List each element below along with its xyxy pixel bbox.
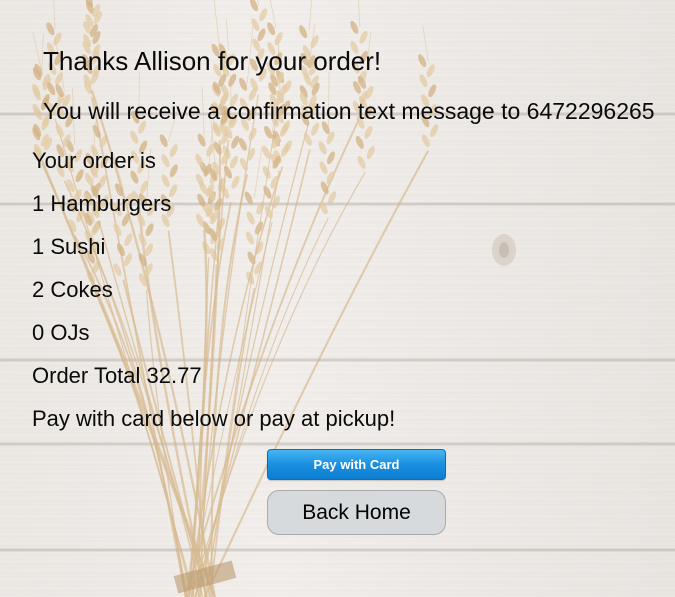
- back-home-button[interactable]: Back Home: [267, 490, 446, 535]
- thank-you-heading: Thanks Allison for your order!: [43, 46, 382, 76]
- order-total: Order Total 32.77: [32, 363, 202, 388]
- order-confirmation-page: Thanks Allison for your order! You will …: [0, 0, 675, 597]
- order-item-hamburgers: 1 Hamburgers: [32, 191, 172, 216]
- payment-note: Pay with card below or pay at pickup!: [32, 406, 396, 431]
- order-item-ojs: 0 OJs: [32, 320, 90, 345]
- order-item-cokes: 2 Cokes: [32, 277, 113, 302]
- order-intro: Your order is: [32, 148, 156, 173]
- confirmation-message: You will receive a confirmation text mes…: [43, 98, 655, 124]
- pay-with-card-button[interactable]: Pay with Card: [267, 449, 446, 480]
- order-item-sushi: 1 Sushi: [32, 234, 106, 259]
